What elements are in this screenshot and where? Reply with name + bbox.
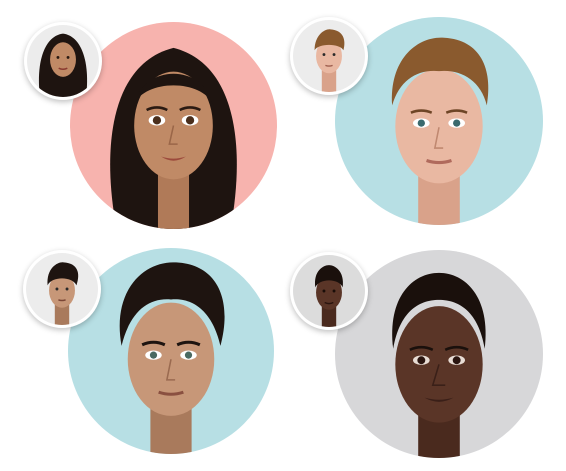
avatar-photo-woman-braided-hair — [290, 252, 368, 330]
avatar-pair-2 — [285, 0, 566, 230]
avatar-pair-4 — [285, 240, 566, 471]
avatar-pair-1 — [0, 0, 280, 230]
avatar-pair-3 — [0, 240, 280, 471]
avatar-photo-man-light-brown-hair — [290, 17, 368, 95]
avatar-photo-woman-long-dark-hair — [24, 22, 102, 100]
avatar-photo-man-dark-hair — [23, 250, 101, 328]
